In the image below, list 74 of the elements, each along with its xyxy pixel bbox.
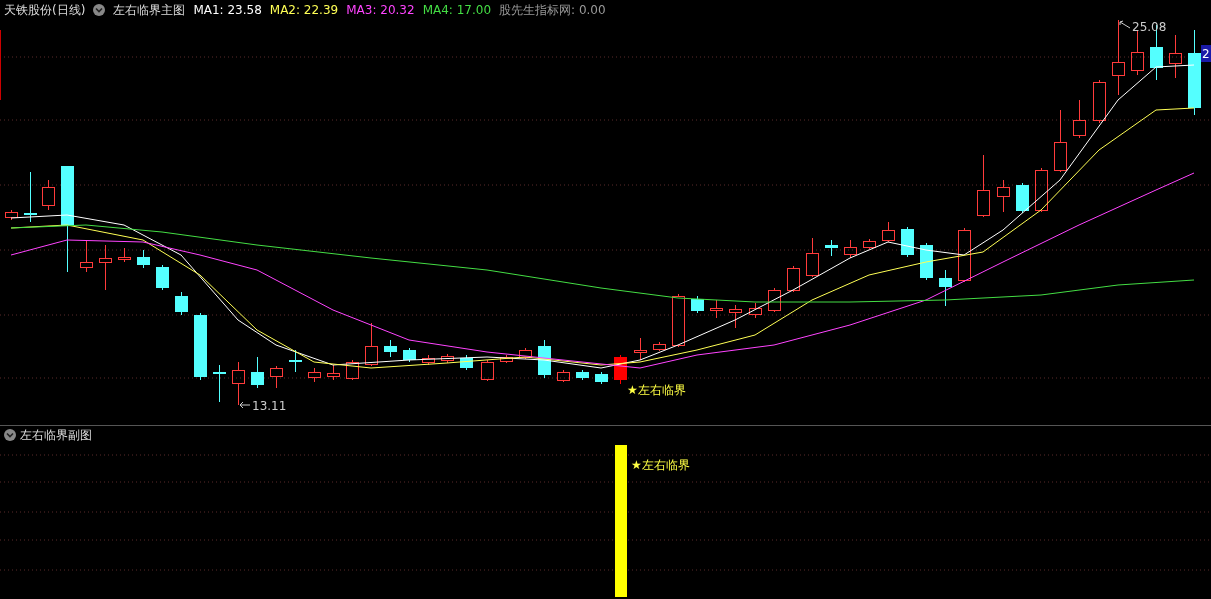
candlestick: [749, 302, 762, 319]
candlestick: [1054, 109, 1067, 173]
candlestick: [863, 238, 876, 250]
candlestick: [1093, 79, 1106, 124]
dropdown-icon[interactable]: [93, 4, 106, 16]
candlestick: [844, 239, 857, 259]
candlestick: [519, 347, 532, 360]
candlestick: [958, 227, 971, 283]
candlestick: [194, 312, 207, 381]
candlestick: [308, 367, 321, 383]
candlestick: [365, 322, 378, 367]
candlestick: [118, 247, 131, 263]
moving-average-value: MA2: 22.39: [269, 2, 339, 19]
candlestick: [270, 365, 283, 389]
low-price-label: 13.11: [252, 399, 287, 413]
signal-label: ★左右临界: [627, 383, 686, 397]
candlestick: [595, 371, 608, 385]
candlestick: [24, 171, 37, 223]
moving-average-value: MA4: 17.00: [422, 2, 492, 19]
moving-average-value: MA1: 23.58: [193, 2, 262, 19]
candlestick: [825, 239, 838, 257]
candlestick: [99, 244, 112, 291]
candlestick: [977, 154, 990, 218]
candlestick: [939, 269, 952, 307]
candlestick: [42, 179, 55, 211]
candlestick: [576, 369, 589, 381]
candlestick: [1131, 29, 1144, 76]
stock-title: 天铁股份(日线): [4, 2, 86, 19]
candlestick: [557, 369, 570, 383]
candlestick: [672, 293, 685, 348]
candlestick: [634, 337, 647, 361]
candlestick: [653, 341, 666, 352]
candlestick: [920, 242, 933, 281]
candlestick: [251, 356, 264, 389]
signal-label: ★左右临界: [631, 458, 690, 472]
leader-line: [239, 401, 251, 409]
candlestick: [729, 304, 742, 329]
candlestick: [327, 364, 340, 381]
moving-average-value: MA3: 20.32: [346, 2, 415, 19]
candlestick: [1073, 99, 1086, 139]
candlestick: [691, 295, 704, 314]
candlestick: [481, 359, 494, 382]
candlestick: [460, 354, 473, 371]
indicator-source-value: 股先生指标网: 0.00: [499, 2, 606, 19]
candlestick: [787, 265, 800, 293]
candlestick: [422, 354, 435, 366]
candlestick: [768, 287, 781, 313]
candlestick: [175, 291, 188, 316]
candlestick: [5, 209, 18, 221]
price-tag: 2: [1201, 45, 1211, 62]
candlestick: [346, 359, 359, 381]
high-price-label: 25.08: [1132, 20, 1167, 34]
candlestick: [997, 179, 1010, 213]
candlestick: [213, 364, 226, 403]
candlestick: [1169, 34, 1182, 79]
candlestick: [901, 226, 914, 258]
candlestick: [441, 353, 454, 364]
sub-chart-title: 左右临界副图: [20, 427, 92, 444]
leader-line: [1119, 20, 1131, 29]
indicator-name: 左右临界主图: [113, 2, 186, 19]
candlestick: [232, 361, 245, 406]
dropdown-icon[interactable]: [4, 429, 16, 441]
candlestick: [384, 339, 397, 358]
candlestick: [80, 239, 93, 273]
candlestick: [1035, 167, 1048, 213]
candlestick: [137, 249, 150, 269]
candlestick: [289, 349, 302, 373]
candlestick: [806, 237, 819, 278]
candlestick: [710, 299, 723, 319]
candlestick: [882, 221, 895, 243]
candlestick: [500, 354, 513, 364]
candlestick: [403, 347, 416, 363]
candlestick: [1016, 182, 1029, 214]
candlestick: [156, 264, 169, 291]
